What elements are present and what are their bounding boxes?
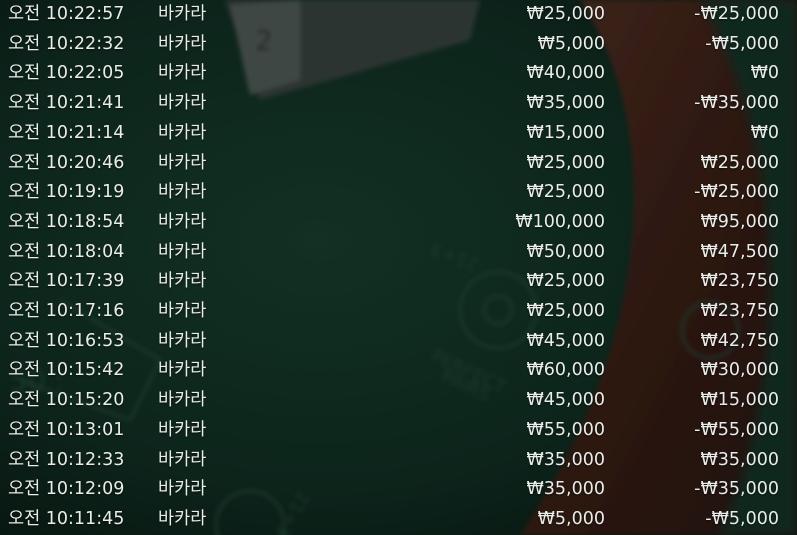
row-bet: ₩5,000 [537,33,605,54]
history-row[interactable]: 오전 10:22:32 바카라 ₩5,000 -₩5,000 [0,30,797,60]
row-game: 바카라 [158,330,207,351]
row-time: 오전 10:13:01 [8,419,125,440]
row-game: 바카라 [158,152,207,173]
row-payout: -₩5,000 [705,33,779,54]
row-game: 바카라 [158,182,207,203]
row-time: 오전 10:12:09 [8,479,125,500]
row-payout: -₩35,000 [694,93,779,114]
row-time: 오전 10:18:04 [8,241,125,262]
history-row[interactable]: 오전 10:16:53 바카라 ₩45,000 ₩42,750 [0,327,797,357]
row-payout: ₩25,000 [700,152,779,173]
history-row[interactable]: 오전 10:18:04 바카라 ₩50,000 ₩47,500 [0,238,797,268]
row-payout: ₩23,750 [700,301,779,321]
row-time: 오전 10:19:19 [8,182,125,203]
row-bet: ₩55,000 [526,419,605,440]
row-game: 바카라 [158,241,207,262]
row-game: 바카라 [158,122,207,143]
row-game: 바카라 [158,419,207,440]
row-game: 바카라 [158,63,207,84]
row-bet: ₩25,000 [526,152,605,173]
row-payout: -₩5,000 [705,508,779,529]
row-game: 바카라 [158,93,207,114]
row-payout: -₩55,000 [694,419,779,440]
history-row[interactable]: 오전 10:21:14 바카라 ₩15,000 ₩0 [0,119,797,149]
history-row[interactable]: 오전 10:15:20 바카라 ₩45,000 ₩15,000 [0,386,797,416]
row-bet: ₩45,000 [526,330,605,351]
row-bet: ₩25,000 [526,182,605,203]
row-payout: ₩0 [750,63,779,84]
row-bet: ₩40,000 [526,63,605,84]
history-row[interactable]: 오전 10:12:33 바카라 ₩35,000 ₩35,000 [0,446,797,476]
row-payout: ₩15,000 [700,390,779,411]
row-payout: ₩35,000 [700,449,779,470]
row-bet: ₩25,000 [526,301,605,321]
history-row[interactable]: 오전 10:12:09 바카라 ₩35,000 -₩35,000 [0,475,797,505]
row-time: 오전 10:11:45 [8,508,125,529]
row-game: 바카라 [158,479,207,500]
row-time: 오전 10:12:33 [8,449,125,470]
row-payout: -₩25,000 [694,182,779,203]
row-bet: ₩45,000 [526,390,605,411]
row-payout: ₩0 [750,122,779,143]
row-payout: -₩35,000 [694,479,779,500]
row-bet: ₩25,000 [526,4,605,24]
row-time: 오전 10:22:05 [8,63,125,84]
row-time: 오전 10:21:14 [8,122,125,143]
history-row[interactable]: 오전 10:22:05 바카라 ₩40,000 ₩0 [0,59,797,89]
history-row[interactable]: 오전 10:17:39 바카라 ₩25,000 ₩23,750 [0,267,797,297]
history-row[interactable]: 오전 10:21:41 바카라 ₩35,000 -₩35,000 [0,89,797,119]
row-payout: ₩23,750 [700,271,779,292]
row-payout: ₩95,000 [700,211,779,232]
row-game: 바카라 [158,4,207,24]
row-payout: ₩30,000 [700,360,779,381]
history-row[interactable]: 오전 10:20:46 바카라 ₩25,000 ₩25,000 [0,149,797,179]
row-bet: ₩25,000 [526,271,605,292]
row-bet: ₩15,000 [526,122,605,143]
row-payout: ₩42,750 [700,330,779,351]
history-row[interactable]: 오전 10:22:57 바카라 ₩25,000 -₩25,000 [0,0,797,30]
bet-history-list[interactable]: 오전 10:22:57 바카라 ₩25,000 -₩25,000 오전 10:2… [0,0,797,535]
row-game: 바카라 [158,390,207,411]
row-time: 오전 10:22:57 [8,4,125,24]
history-row[interactable]: 오전 10:15:42 바카라 ₩60,000 ₩30,000 [0,356,797,386]
row-time: 오전 10:17:39 [8,271,125,292]
row-game: 바카라 [158,301,207,321]
row-game: 바카라 [158,33,207,54]
row-bet: ₩100,000 [515,211,605,232]
history-row[interactable]: 오전 10:18:54 바카라 ₩100,000 ₩95,000 [0,208,797,238]
row-time: 오전 10:16:53 [8,330,125,351]
row-game: 바카라 [158,271,207,292]
row-bet: ₩50,000 [526,241,605,262]
row-time: 오전 10:21:41 [8,93,125,114]
row-payout: ₩47,500 [700,241,779,262]
row-bet: ₩60,000 [526,360,605,381]
history-row[interactable]: 오전 10:13:01 바카라 ₩55,000 -₩55,000 [0,416,797,446]
row-bet: ₩35,000 [526,479,605,500]
history-row[interactable]: 오전 10:17:16 바카라 ₩25,000 ₩23,750 [0,297,797,327]
row-bet: ₩5,000 [537,508,605,529]
bet-history-screen: 2 PERFECT PAIRS 21+3 21+3 50 : 오전 10:22:… [0,0,797,535]
row-payout: -₩25,000 [694,4,779,24]
history-row[interactable]: 오전 10:19:19 바카라 ₩25,000 -₩25,000 [0,178,797,208]
row-game: 바카라 [158,508,207,529]
row-time: 오전 10:20:46 [8,152,125,173]
row-game: 바카라 [158,360,207,381]
row-game: 바카라 [158,449,207,470]
row-bet: ₩35,000 [526,449,605,470]
row-time: 오전 10:15:42 [8,360,125,381]
row-time: 오전 10:18:54 [8,211,125,232]
row-time: 오전 10:22:32 [8,33,125,54]
row-time: 오전 10:15:20 [8,390,125,411]
row-time: 오전 10:17:16 [8,301,125,321]
row-bet: ₩35,000 [526,93,605,114]
history-row[interactable]: 오전 10:11:45 바카라 ₩5,000 -₩5,000 [0,505,797,535]
row-game: 바카라 [158,211,207,232]
